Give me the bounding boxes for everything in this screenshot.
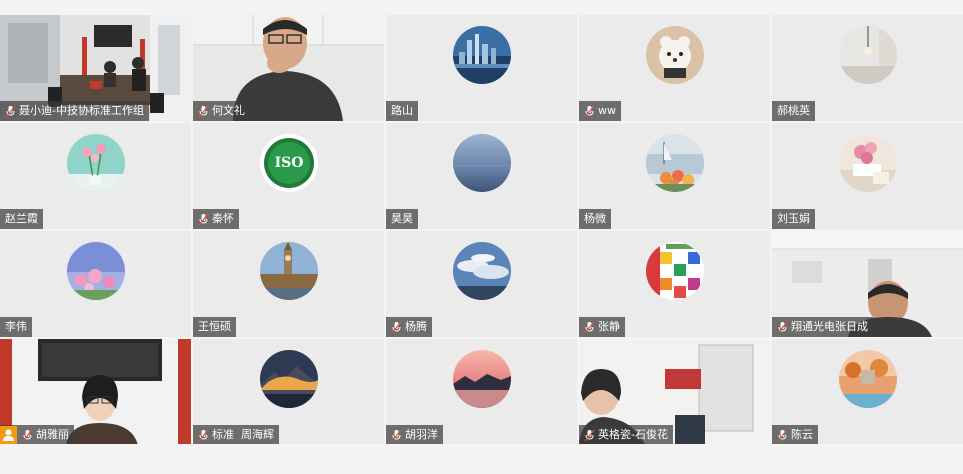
avatar: [645, 26, 704, 84]
mic-muted-icon: [777, 321, 788, 333]
mic-muted-icon: [391, 321, 402, 333]
avatar: [645, 134, 704, 192]
participant-name: 李伟: [5, 320, 27, 333]
participant-name-label: 标准 周海辉: [193, 425, 279, 445]
participant-name-label: 杨微: [579, 209, 611, 229]
participant-name-label: 赵兰霞: [0, 209, 43, 229]
avatar: [838, 134, 897, 192]
participant-name-label: 翔通光电张日成: [772, 317, 873, 337]
mic-muted-icon: [391, 429, 402, 441]
participant-tile[interactable]: 刘玉娟: [772, 123, 963, 229]
participant-name-label: 胡雅丽: [0, 425, 74, 445]
avatar: [452, 350, 511, 408]
participant-name: 杨腾: [405, 320, 427, 333]
participant-tile[interactable]: 赵兰霞: [0, 123, 191, 229]
participant-name-label: 何文礼: [193, 101, 250, 121]
iso-logo-text: ISO: [274, 155, 303, 171]
mic-muted-icon: [5, 105, 16, 117]
mic-muted-icon: [584, 321, 595, 333]
participant-name: 翔通光电张日成: [791, 320, 868, 333]
avatar: [66, 242, 125, 300]
participant-name: ww: [598, 104, 616, 117]
participant-name-label: 刘玉娟: [772, 209, 815, 229]
participant-tile[interactable]: 昊昊: [386, 123, 577, 229]
participant-name: 陈云: [791, 428, 813, 441]
participant-name-label: 秦怀: [193, 209, 239, 229]
top-bar: [0, 0, 963, 14]
participant-name-label: 张静: [579, 317, 625, 337]
participant-tile[interactable]: ww: [579, 15, 770, 121]
participant-name-label: 英格瓷-石俊花: [579, 425, 673, 445]
avatar: [838, 26, 897, 84]
participant-name: 赵兰霞: [5, 212, 38, 225]
mic-muted-icon: [584, 105, 595, 117]
participant-tile[interactable]: 陈云: [772, 339, 963, 445]
participant-name-label: 昊昊: [386, 209, 418, 229]
mic-muted-icon: [22, 429, 33, 441]
participant-name-label: 聂小迪-中技协标准工作组: [0, 101, 149, 121]
participant-name-label: 王恒硕: [193, 317, 236, 337]
participant-tile[interactable]: 标准 周海辉: [193, 339, 384, 445]
participant-name: 何文礼: [212, 104, 245, 117]
participant-tile[interactable]: 路山: [386, 15, 577, 121]
participant-name-label: 胡羽洋: [386, 425, 443, 445]
mic-muted-icon: [198, 105, 209, 117]
participant-tile[interactable]: 胡羽洋: [386, 339, 577, 445]
mic-muted-icon: [777, 429, 788, 441]
participant-name: 胡雅丽: [36, 428, 69, 441]
participant-name: 英格瓷-石俊花: [598, 428, 668, 441]
participant-tile[interactable]: 胡雅丽: [0, 339, 191, 445]
mic-muted-icon: [198, 213, 209, 225]
participant-name: 王恒硕: [198, 320, 231, 333]
participant-tile[interactable]: ISO 秦怀: [193, 123, 384, 229]
participant-name: 杨微: [584, 212, 606, 225]
avatar: [645, 242, 704, 300]
participant-tile[interactable]: 聂小迪-中技协标准工作组: [0, 15, 191, 121]
participant-tile[interactable]: 英格瓷-石俊花: [579, 339, 770, 445]
avatar: [259, 242, 318, 300]
participant-name: 标准 周海辉: [212, 428, 274, 441]
host-user-icon: [0, 426, 17, 444]
mic-muted-icon: [584, 429, 595, 441]
participant-name-label: 杨腾: [386, 317, 432, 337]
participant-name-label: ww: [579, 101, 621, 121]
avatar: [452, 242, 511, 300]
avatar: ISO: [259, 134, 318, 192]
participant-tile[interactable]: 郝桃英: [772, 15, 963, 121]
participant-name: 秦怀: [212, 212, 234, 225]
participant-tile[interactable]: 张静: [579, 231, 770, 337]
participant-name-label: 李伟: [0, 317, 32, 337]
participant-name: 路山: [391, 104, 413, 117]
mic-muted-icon: [198, 429, 209, 441]
participant-name-label: 路山: [386, 101, 418, 121]
participant-name: 昊昊: [391, 212, 413, 225]
participant-name: 刘玉娟: [777, 212, 810, 225]
participant-name: 张静: [598, 320, 620, 333]
participant-name-label: 陈云: [772, 425, 818, 445]
participant-tile[interactable]: 杨腾: [386, 231, 577, 337]
avatar: [452, 26, 511, 84]
participant-name: 郝桃英: [777, 104, 810, 117]
avatar: [259, 350, 318, 408]
bottom-bar: [0, 444, 963, 474]
participant-tile[interactable]: 李伟: [0, 231, 191, 337]
participant-tile[interactable]: 杨微: [579, 123, 770, 229]
avatar: [66, 134, 125, 192]
video-grid: 聂小迪-中技协标准工作组 何文礼 路山 ww 郝桃英 赵兰霞 ISO 秦怀 昊昊…: [0, 15, 963, 445]
participant-name-label: 郝桃英: [772, 101, 815, 121]
participant-name: 聂小迪-中技协标准工作组: [19, 104, 144, 117]
avatar: [838, 350, 897, 408]
participant-name: 胡羽洋: [405, 428, 438, 441]
avatar: [452, 134, 511, 192]
participant-tile[interactable]: 王恒硕: [193, 231, 384, 337]
participant-tile[interactable]: 何文礼: [193, 15, 384, 121]
participant-tile[interactable]: 翔通光电张日成: [772, 231, 963, 337]
